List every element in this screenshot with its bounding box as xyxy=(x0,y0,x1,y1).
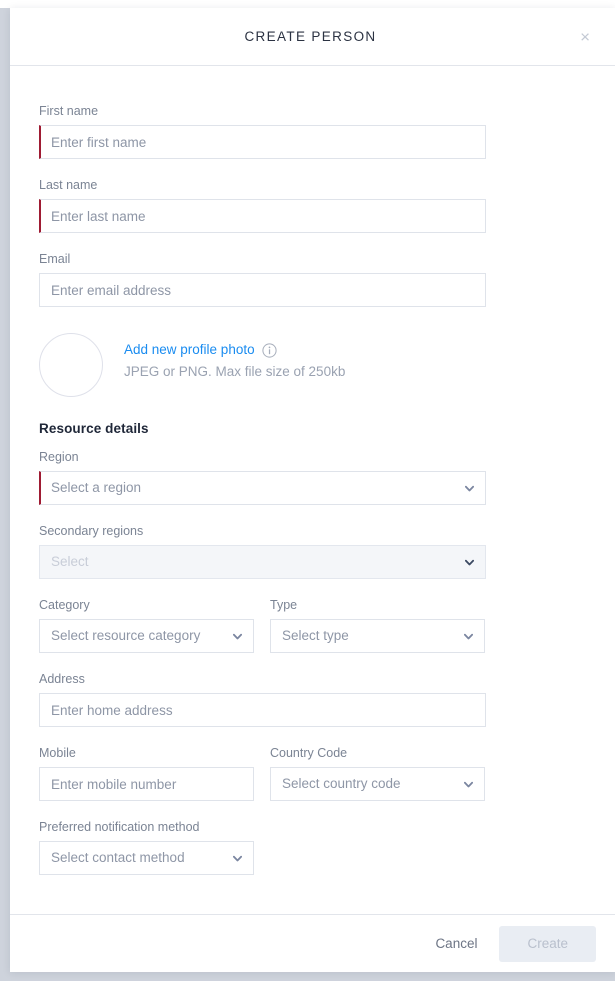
field-first-name: First name xyxy=(39,104,586,159)
close-icon[interactable]: × xyxy=(576,26,594,47)
add-profile-photo-link[interactable]: Add new profile photo xyxy=(124,342,255,358)
field-address: Address xyxy=(39,672,586,727)
category-select-wrap: Select resource category xyxy=(39,619,254,653)
type-select[interactable]: Select type xyxy=(270,619,485,653)
address-label: Address xyxy=(39,672,586,687)
category-select[interactable]: Select resource category xyxy=(39,619,254,653)
mobile-label: Mobile xyxy=(39,746,254,761)
field-email: Email xyxy=(39,252,586,307)
resource-details-heading: Resource details xyxy=(39,421,586,436)
mobile-country-row: Mobile Country Code Select country code xyxy=(39,746,586,801)
field-mobile: Mobile xyxy=(39,746,254,801)
modal-body: First name Last name Email Add new profi… xyxy=(10,66,615,914)
secondary-regions-select-wrap: Select xyxy=(39,545,486,579)
profile-photo-block: Add new profile photo JPEG or PNG. Max f… xyxy=(39,333,586,397)
backdrop-top-strip xyxy=(0,0,615,8)
secondary-regions-select: Select xyxy=(39,545,486,579)
first-name-label: First name xyxy=(39,104,586,119)
email-input[interactable] xyxy=(39,273,486,307)
type-select-wrap: Select type xyxy=(270,619,485,653)
cancel-button[interactable]: Cancel xyxy=(425,928,487,959)
profile-photo-text: Add new profile photo JPEG or PNG. Max f… xyxy=(124,333,345,381)
field-region: Region Select a region xyxy=(39,450,586,505)
type-label: Type xyxy=(270,598,485,613)
info-circle-icon[interactable] xyxy=(262,343,277,358)
last-name-label: Last name xyxy=(39,178,586,193)
field-last-name: Last name xyxy=(39,178,586,233)
region-select[interactable]: Select a region xyxy=(39,471,486,505)
address-input[interactable] xyxy=(39,693,486,727)
category-type-row: Category Select resource category Type S… xyxy=(39,598,586,653)
region-label: Region xyxy=(39,450,586,465)
page-title: CREATE PERSON xyxy=(244,29,376,44)
field-country-code: Country Code Select country code xyxy=(270,746,485,801)
avatar[interactable] xyxy=(39,333,103,397)
field-type: Type Select type xyxy=(270,598,485,653)
country-code-label: Country Code xyxy=(270,746,485,761)
region-select-wrap: Select a region xyxy=(39,471,486,505)
secondary-regions-label: Secondary regions xyxy=(39,524,586,539)
profile-photo-link-row: Add new profile photo xyxy=(124,342,345,358)
mobile-input[interactable] xyxy=(39,767,254,801)
modal-header: CREATE PERSON × xyxy=(10,8,615,66)
notification-method-select[interactable]: Select contact method xyxy=(39,841,254,875)
country-code-select[interactable]: Select country code xyxy=(270,767,485,801)
email-label: Email xyxy=(39,252,586,267)
profile-photo-hint: JPEG or PNG. Max file size of 250kb xyxy=(124,363,345,381)
field-notification-method: Preferred notification method Select con… xyxy=(39,820,586,875)
create-button[interactable]: Create xyxy=(499,926,596,962)
notification-method-label: Preferred notification method xyxy=(39,820,586,835)
field-category: Category Select resource category xyxy=(39,598,254,653)
first-name-input[interactable] xyxy=(39,125,486,159)
modal-footer: Cancel Create xyxy=(10,914,615,972)
notification-method-select-wrap: Select contact method xyxy=(39,841,254,875)
country-code-select-wrap: Select country code xyxy=(270,767,485,801)
field-secondary-regions: Secondary regions Select xyxy=(39,524,586,579)
create-person-modal: CREATE PERSON × First name Last name Ema… xyxy=(10,8,615,972)
category-label: Category xyxy=(39,598,254,613)
last-name-input[interactable] xyxy=(39,199,486,233)
